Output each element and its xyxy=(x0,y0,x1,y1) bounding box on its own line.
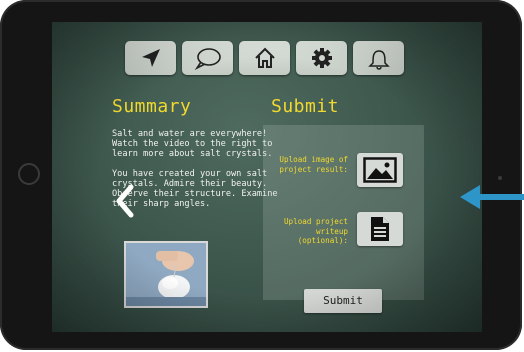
navigate-button[interactable] xyxy=(125,41,176,75)
document-icon xyxy=(371,217,389,241)
app-screen: Summary Salt and water are everywhere! W… xyxy=(52,22,482,332)
notifications-button[interactable] xyxy=(353,41,404,75)
navigation-arrow-icon xyxy=(141,49,160,67)
bell-icon xyxy=(367,50,390,70)
home-button[interactable] xyxy=(239,41,290,75)
submit-button[interactable]: Submit xyxy=(304,289,382,313)
chat-button[interactable] xyxy=(182,41,233,75)
upload-image-label: Upload image of project result: xyxy=(279,155,348,174)
chat-bubble-icon xyxy=(194,48,221,70)
submit-title: Submit xyxy=(271,96,340,117)
arrow-left-icon xyxy=(460,185,524,209)
settings-gear-icon xyxy=(311,48,332,68)
summary-title: Summary xyxy=(112,96,192,117)
device-home-button[interactable] xyxy=(18,163,40,185)
upload-writeup-button[interactable] xyxy=(357,212,403,246)
settings-button[interactable] xyxy=(296,41,347,75)
home-icon xyxy=(254,47,275,68)
pointer-arrow-indicator xyxy=(458,182,524,216)
chevron-left-icon xyxy=(116,184,134,218)
device-camera xyxy=(498,176,502,180)
upload-writeup-label: Upload project writeup (optional): xyxy=(283,217,348,245)
back-button[interactable] xyxy=(114,183,136,223)
salt-crystal-photo xyxy=(124,241,208,308)
image-icon xyxy=(363,157,397,183)
upload-image-button[interactable] xyxy=(357,153,403,187)
salt-crystal-image xyxy=(126,243,206,306)
